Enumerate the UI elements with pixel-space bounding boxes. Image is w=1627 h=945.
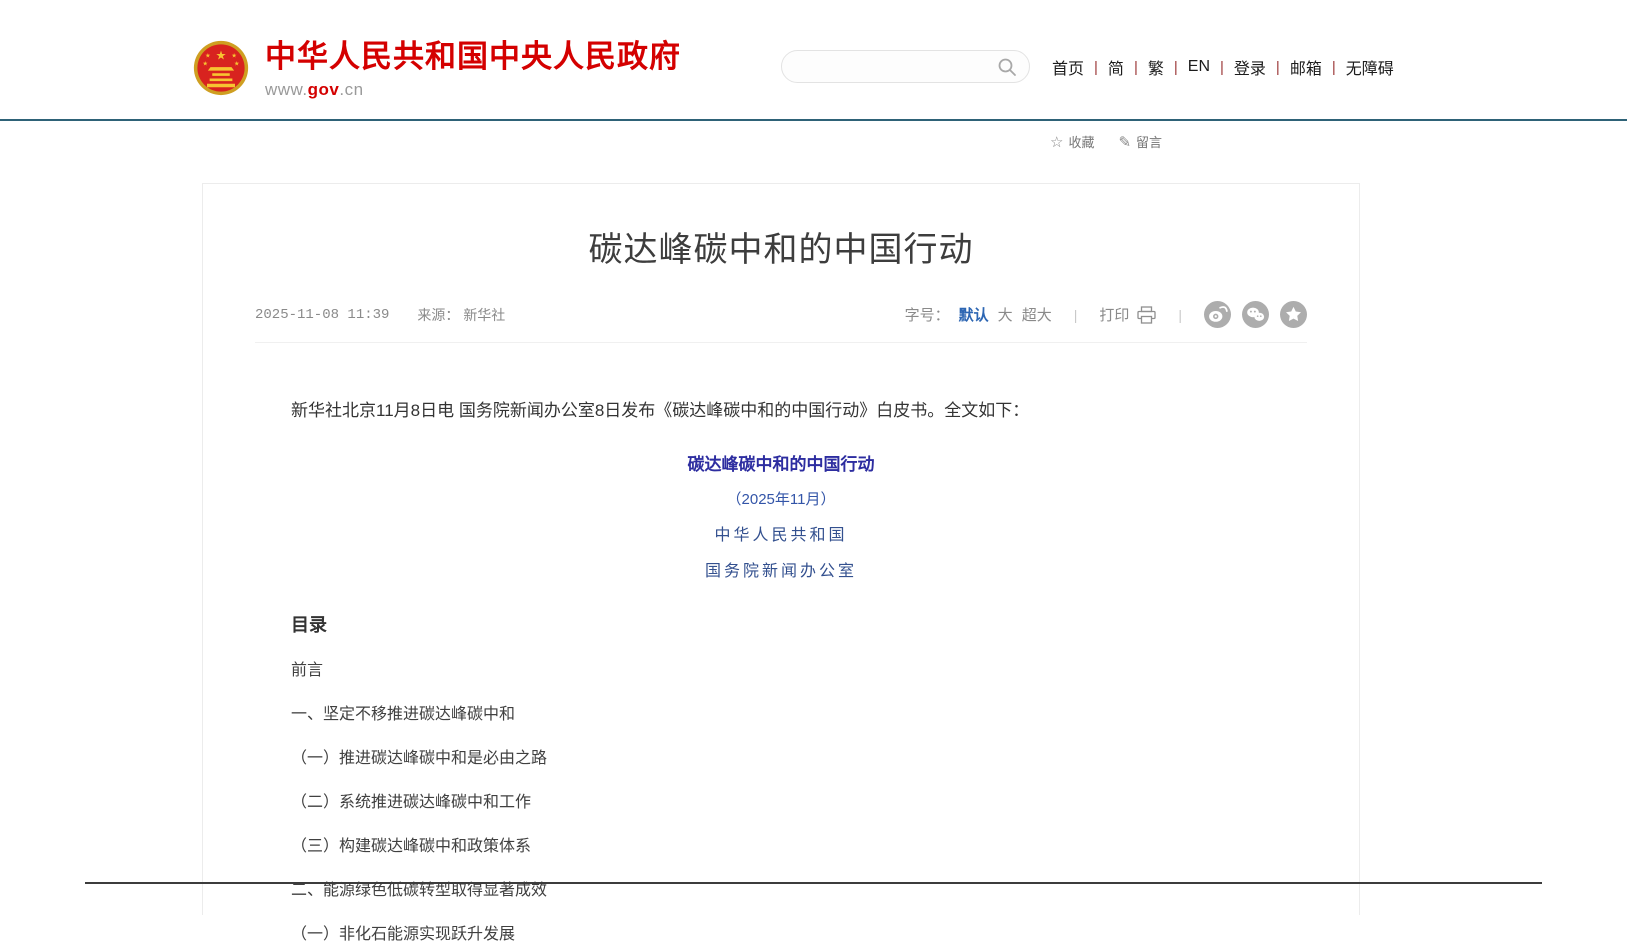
toc-item-1: 一、坚定不移推进碳达峰碳中和 [291, 705, 1271, 725]
pencil-icon: ✎ [1118, 133, 1131, 151]
nav-mail[interactable]: 邮箱 [1280, 55, 1332, 79]
toc-item-2: 二、能源绿色低碳转型取得显著成效 [291, 881, 1271, 901]
svg-text:★: ★ [231, 53, 237, 60]
article-title: 碳达峰碳中和的中国行动 [203, 222, 1359, 271]
font-size-xlarge[interactable]: 超大 [1022, 304, 1052, 325]
wechat-share-icon[interactable] [1242, 301, 1269, 328]
nav-login[interactable]: 登录 [1224, 55, 1276, 79]
source-name[interactable]: 新华社 [463, 307, 505, 323]
article-body: 新华社北京11月8日电 国务院新闻办公室8日发布《碳达峰碳中和的中国行动》白皮书… [291, 397, 1271, 945]
nav-accessibility[interactable]: 无障碍 [1336, 55, 1404, 79]
svg-text:★: ★ [234, 60, 240, 67]
article-container: 碳达峰碳中和的中国行动 2025-11-08 11:39 来源： 新华社 字号：… [202, 183, 1360, 915]
site-url: www.gov.cn [265, 80, 681, 100]
svg-text:★: ★ [216, 48, 227, 62]
more-share-star-icon[interactable] [1280, 301, 1307, 328]
font-size-default[interactable]: 默认 [959, 304, 989, 325]
toc-item-2-1: （一）非化石能源实现跃升发展 [291, 925, 1271, 945]
toc-heading: 目录 [291, 611, 1271, 637]
weibo-share-icon[interactable] [1204, 301, 1231, 328]
message-button[interactable]: ✎ 留言 [1118, 132, 1162, 151]
meta-separator: | [1074, 307, 1078, 323]
site-header: ★ ★ ★ ★ ★ 中华人民共和国中央人民政府 www.gov.cn 首页| 简… [0, 0, 1627, 121]
site-title: 中华人民共和国中央人民政府 [265, 40, 681, 74]
article-meta-left: 2025-11-08 11:39 来源： 新华社 [255, 305, 505, 325]
font-size-label: 字号： [905, 304, 950, 325]
toc-item-preface: 前言 [291, 661, 1271, 681]
document-date: （2025年11月） [291, 488, 1271, 509]
bottom-divider [85, 882, 1542, 884]
nav-traditional[interactable]: 繁 [1138, 55, 1174, 79]
search-icon[interactable] [997, 57, 1017, 77]
intro-paragraph: 新华社北京11月8日电 国务院新闻办公室8日发布《碳达峰碳中和的中国行动》白皮书… [291, 397, 1271, 424]
toc-item-1-1: （一）推进碳达峰碳中和是必由之路 [291, 749, 1271, 769]
print-button[interactable]: 打印 [1099, 304, 1156, 325]
nav-english[interactable]: EN [1178, 58, 1220, 76]
nav-simplified[interactable]: 简 [1098, 55, 1134, 79]
share-icons [1204, 301, 1307, 328]
article-meta-row: 2025-11-08 11:39 来源： 新华社 字号： 默认 大 超大 | 打… [255, 301, 1307, 343]
search-input[interactable] [782, 51, 997, 82]
print-label: 打印 [1099, 304, 1129, 325]
svg-text:★: ★ [203, 60, 209, 67]
message-label: 留言 [1136, 132, 1162, 151]
national-emblem-icon: ★ ★ ★ ★ ★ [193, 40, 249, 96]
font-size-large[interactable]: 大 [998, 304, 1013, 325]
document-author-line1: 中华人民共和国 [291, 521, 1271, 545]
source: 来源： 新华社 [417, 305, 505, 325]
site-logo[interactable]: ★ ★ ★ ★ ★ 中华人民共和国中央人民政府 www.gov.cn [193, 40, 681, 100]
favorite-label: 收藏 [1068, 132, 1094, 151]
toc-item-1-3: （三）构建碳达峰碳中和政策体系 [291, 837, 1271, 857]
article-meta-right: 字号： 默认 大 超大 | 打印 | [905, 301, 1307, 328]
search-box[interactable] [781, 50, 1030, 83]
toc-item-1-2: （二）系统推进碳达峰碳中和工作 [291, 793, 1271, 813]
page-tools: ☆ 收藏 ✎ 留言 [1050, 132, 1162, 151]
nav-home[interactable]: 首页 [1042, 55, 1094, 79]
svg-text:★: ★ [205, 53, 211, 60]
document-title: 碳达峰碳中和的中国行动 [291, 450, 1271, 475]
top-nav: 首页| 简| 繁| EN| 登录| 邮箱| 无障碍 [1042, 55, 1404, 79]
publish-date: 2025-11-08 11:39 [255, 307, 389, 323]
printer-icon [1137, 306, 1156, 324]
document-author-line2: 国务院新闻办公室 [291, 557, 1271, 581]
favorite-button[interactable]: ☆ 收藏 [1050, 132, 1094, 151]
meta-separator: | [1178, 307, 1182, 323]
star-outline-icon: ☆ [1050, 133, 1063, 151]
